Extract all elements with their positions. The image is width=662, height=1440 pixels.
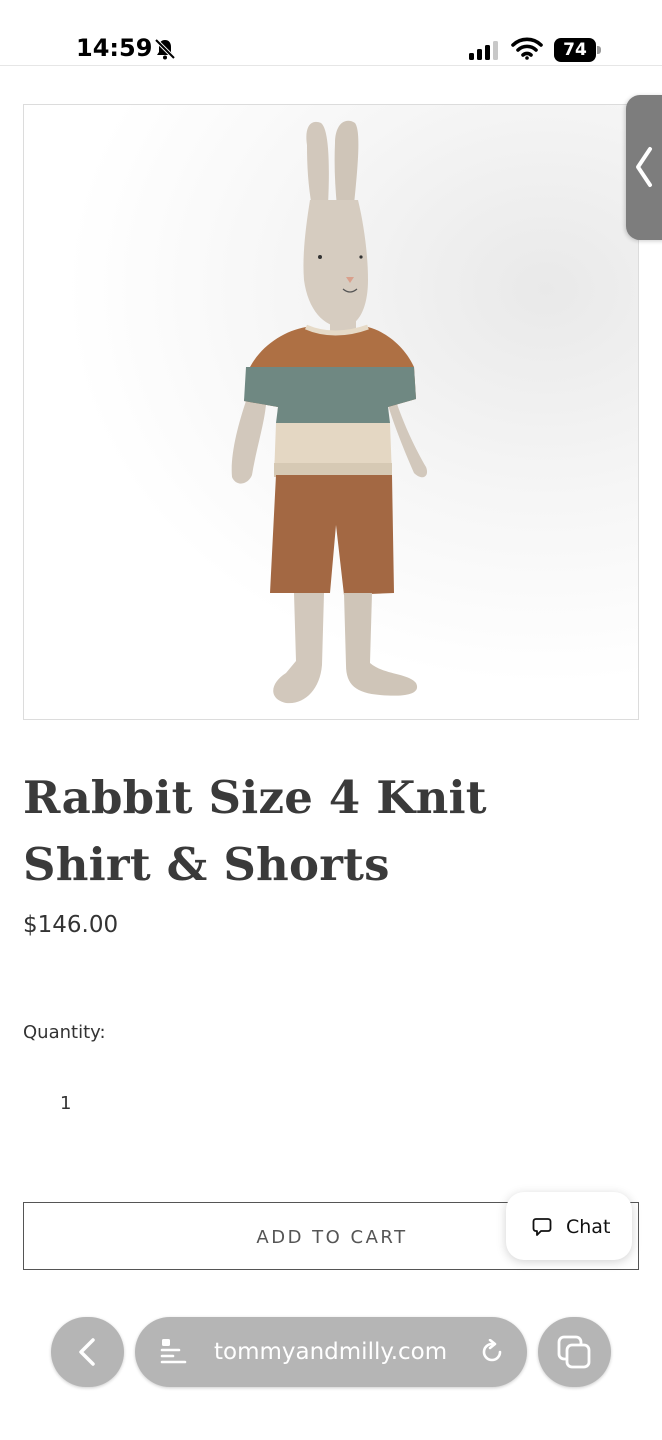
browser-back-button[interactable] <box>51 1317 124 1387</box>
status-bar: 14:59 74 <box>0 0 662 66</box>
battery-tip <box>597 46 601 54</box>
battery-level: 74 <box>563 40 587 60</box>
bell-slash-icon <box>154 38 176 60</box>
wifi-icon <box>511 37 543 60</box>
quantity-label: Quantity: <box>23 1022 106 1043</box>
chat-label: Chat <box>566 1216 611 1238</box>
side-panel-tab[interactable] <box>626 95 662 240</box>
back-icon <box>79 1338 95 1366</box>
url-text: tommyandmilly.com <box>214 1339 448 1365</box>
address-bar[interactable]: tommyandmilly.com <box>135 1317 527 1387</box>
cellular-signal-icon <box>469 41 498 60</box>
chevron-left-icon <box>636 147 652 187</box>
status-time: 14:59 <box>76 34 153 62</box>
reload-icon[interactable] <box>479 1339 505 1365</box>
tabs-button[interactable] <box>538 1317 611 1387</box>
product-image[interactable] <box>23 104 639 720</box>
battery-icon: 74 <box>554 38 602 62</box>
page-settings-icon <box>160 1339 187 1364</box>
chat-button[interactable]: Chat <box>506 1192 632 1260</box>
rabbit-doll-image <box>231 120 428 704</box>
product-price: $146.00 <box>23 912 119 938</box>
chat-bubble-icon <box>532 1218 552 1236</box>
product-title: Rabbit Size 4 Knit Shirt & Shorts <box>23 771 487 891</box>
quantity-input[interactable]: 1 <box>60 1093 71 1114</box>
tabs-icon <box>557 1335 591 1369</box>
